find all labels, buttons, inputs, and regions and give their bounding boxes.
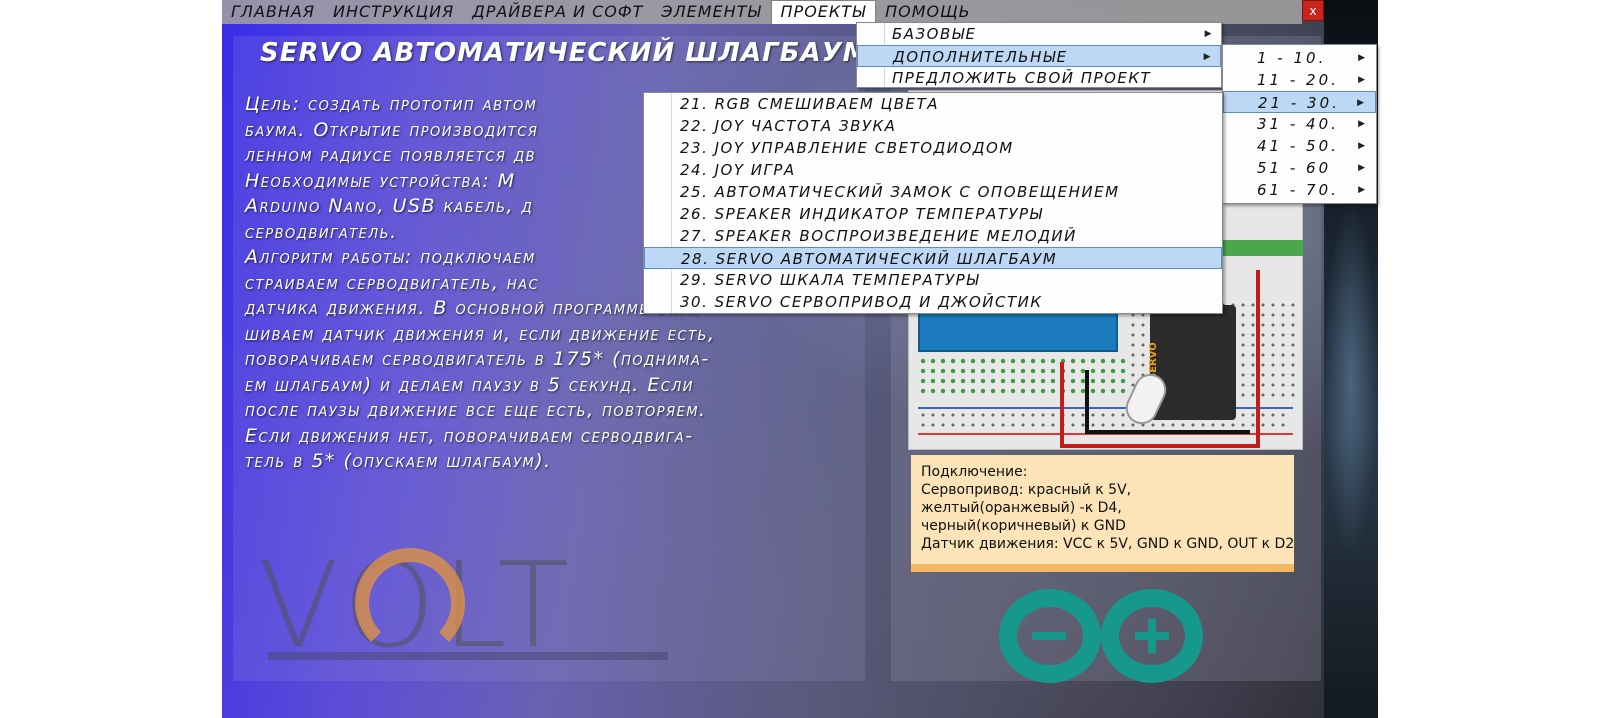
wire-red — [1060, 444, 1258, 448]
note-line: желтый(оранжевый) -к D4, — [921, 500, 1122, 516]
submenu-arrow-icon: ▶ — [1204, 29, 1213, 39]
submenu-arrow-icon: ▶ — [1358, 185, 1368, 195]
submenu-arrow-icon: ▶ — [1358, 141, 1368, 151]
submenu-arrow-icon: ▶ — [1358, 119, 1368, 129]
menu-item-suggest-project[interactable]: ПРЕДЛОЖИТЬ СВОЙ ПРОЕКТ — [857, 67, 1221, 89]
connection-note: Подключение: Сервопривод: красный к 5V, … — [911, 455, 1294, 572]
text-line: после паузы движение все еще есть, повто… — [245, 399, 707, 421]
text-line: Если движения нет, поворачиваем серводви… — [245, 424, 694, 447]
menu-item-range[interactable]: 1 - 10. ▶ — [1223, 47, 1376, 69]
menu-item-project[interactable]: 29. SERVO ШКАЛА ТЕМПЕРАТУРЫ — [644, 269, 1222, 291]
note-line: Подключение: — [921, 464, 1028, 480]
menu-item-project[interactable]: 24. JOY ИГРА — [644, 159, 1222, 181]
note-line: Сервопривод: красный к 5V, — [921, 482, 1132, 498]
text-line: шиваем датчик движения и, если движение … — [245, 322, 716, 345]
logo-subline — [268, 652, 668, 660]
menu-elements[interactable]: ЭЛЕМЕНТЫ — [652, 0, 770, 24]
menu-item-additional[interactable]: ДОПОЛНИТЕЛЬНЫЕ ▶ — [857, 45, 1221, 67]
background-edge-glow — [1324, 200, 1378, 560]
close-button[interactable]: x — [1302, 0, 1324, 21]
menu-home[interactable]: ГЛАВНАЯ — [222, 0, 324, 24]
menu-item-label: 51 - 60 — [1257, 159, 1332, 177]
note-line: Датчик движения: VCC к 5V, GND к GND, OU… — [921, 536, 1295, 552]
menu-projects[interactable]: ПРОЕКТЫ — [770, 0, 877, 24]
menu-bar: ГЛАВНАЯ ИНСТРУКЦИЯ ДРАЙВЕРА И СОФТ ЭЛЕМЕ… — [222, 0, 1302, 24]
menu-item-range[interactable]: 41 - 50. ▶ — [1223, 135, 1376, 157]
power-rail-blue — [918, 407, 1293, 409]
menu-item-project[interactable]: 22. JOY ЧАСТОТА ЗВУКА — [644, 115, 1222, 137]
menu-drivers[interactable]: ДРАЙВЕРА И СОФТ — [463, 0, 652, 24]
text-line: ем шлагбаум) и делаем паузу в 5 секунд. … — [245, 373, 694, 396]
projects-dropdown: БАЗОВЫЕ ▶ ДОПОЛНИТЕЛЬНЫЕ ▶ ПРЕДЛОЖИТЬ СВ… — [856, 22, 1222, 88]
menu-item-label: 41 - 50. — [1257, 137, 1339, 155]
submenu-arrow-icon: ▶ — [1358, 163, 1368, 173]
menu-item-label: 1 - 10. — [1257, 49, 1327, 67]
menu-item-range[interactable]: 21 - 30. ▶ — [1223, 91, 1376, 113]
submenu-arrow-icon: ▶ — [1358, 53, 1368, 63]
menu-item-label: ПРЕДЛОЖИТЬ СВОЙ ПРОЕКТ — [892, 69, 1152, 87]
menu-item-basic[interactable]: БАЗОВЫЕ ▶ — [857, 23, 1221, 45]
arduino-logo-icon — [999, 589, 1203, 683]
submenu-arrow-icon: ▶ — [1358, 75, 1368, 85]
ranges-dropdown: 1 - 10. ▶ 11 - 20. ▶ 21 - 30. ▶ 31 - 40.… — [1222, 44, 1377, 204]
menu-item-range[interactable]: 61 - 70. ▶ — [1223, 179, 1376, 201]
projects-21-30-dropdown: 21. RGB СМЕШИВАЕМ ЦВЕТА 22. JOY ЧАСТОТА … — [643, 92, 1223, 314]
text-line: тель в 5* (опускаем шлагбаум). — [245, 450, 552, 472]
menu-item-label: 11 - 20. — [1257, 71, 1339, 89]
menu-item-label: 31 - 40. — [1257, 115, 1339, 133]
menu-item-project[interactable]: 27. SPEAKER ВОСПРОИЗВЕДЕНИЕ МЕЛОДИЙ — [644, 225, 1222, 247]
submenu-arrow-icon: ▶ — [1203, 52, 1212, 62]
bulb-icon — [355, 548, 465, 658]
note-line: черный(коричневый) к GND — [921, 518, 1126, 534]
page-title: SERVO АВТОМАТИЧЕСКИЙ ШЛАГБАУМ — [260, 38, 870, 68]
menu-item-range[interactable]: 31 - 40. ▶ — [1223, 113, 1376, 135]
wire-red — [1060, 362, 1064, 447]
menu-item-project[interactable]: 26. SPEAKER ИНДИКАТОР ТЕМПЕРАТУРЫ — [644, 203, 1222, 225]
menu-item-label: 61 - 70. — [1257, 181, 1339, 199]
wire-red — [1256, 270, 1260, 448]
menu-item-range[interactable]: 51 - 60 ▶ — [1223, 157, 1376, 179]
menu-item-project[interactable]: 25. АВТОМАТИЧЕСКИЙ ЗАМОК С ОПОВЕЩЕНИЕМ — [644, 181, 1222, 203]
wire-black — [1085, 430, 1250, 434]
menu-item-project[interactable]: 30. SERVO СЕРВОПРИВОД И ДЖОЙСТИК — [644, 291, 1222, 313]
menu-instructions[interactable]: ИНСТРУКЦИЯ — [324, 0, 463, 24]
menu-item-project[interactable]: 21. RGB СМЕШИВАЕМ ЦВЕТА — [644, 93, 1222, 115]
text-line: поворачиваем серводвигатель в 175* (подн… — [245, 348, 710, 370]
menu-item-label: ДОПОЛНИТЕЛЬНЫЕ — [893, 48, 1068, 66]
wire-black — [1085, 370, 1089, 434]
menu-item-label: БАЗОВЫЕ — [892, 25, 977, 43]
breadboard-holes — [918, 356, 1128, 396]
menu-item-project-selected[interactable]: 28. SERVO АВТОМАТИЧЕСКИЙ ШЛАГБАУМ — [644, 247, 1222, 269]
servo-label: SERVO — [1148, 342, 1159, 380]
menu-item-project[interactable]: 23. JOY УПРАВЛЕНИЕ СВЕТОДИОДОМ — [644, 137, 1222, 159]
submenu-arrow-icon: ▶ — [1357, 98, 1367, 108]
menu-help[interactable]: ПОМОЩЬ — [876, 0, 980, 24]
menu-item-label: 21 - 30. — [1258, 94, 1340, 112]
menu-item-range[interactable]: 11 - 20. ▶ — [1223, 69, 1376, 91]
